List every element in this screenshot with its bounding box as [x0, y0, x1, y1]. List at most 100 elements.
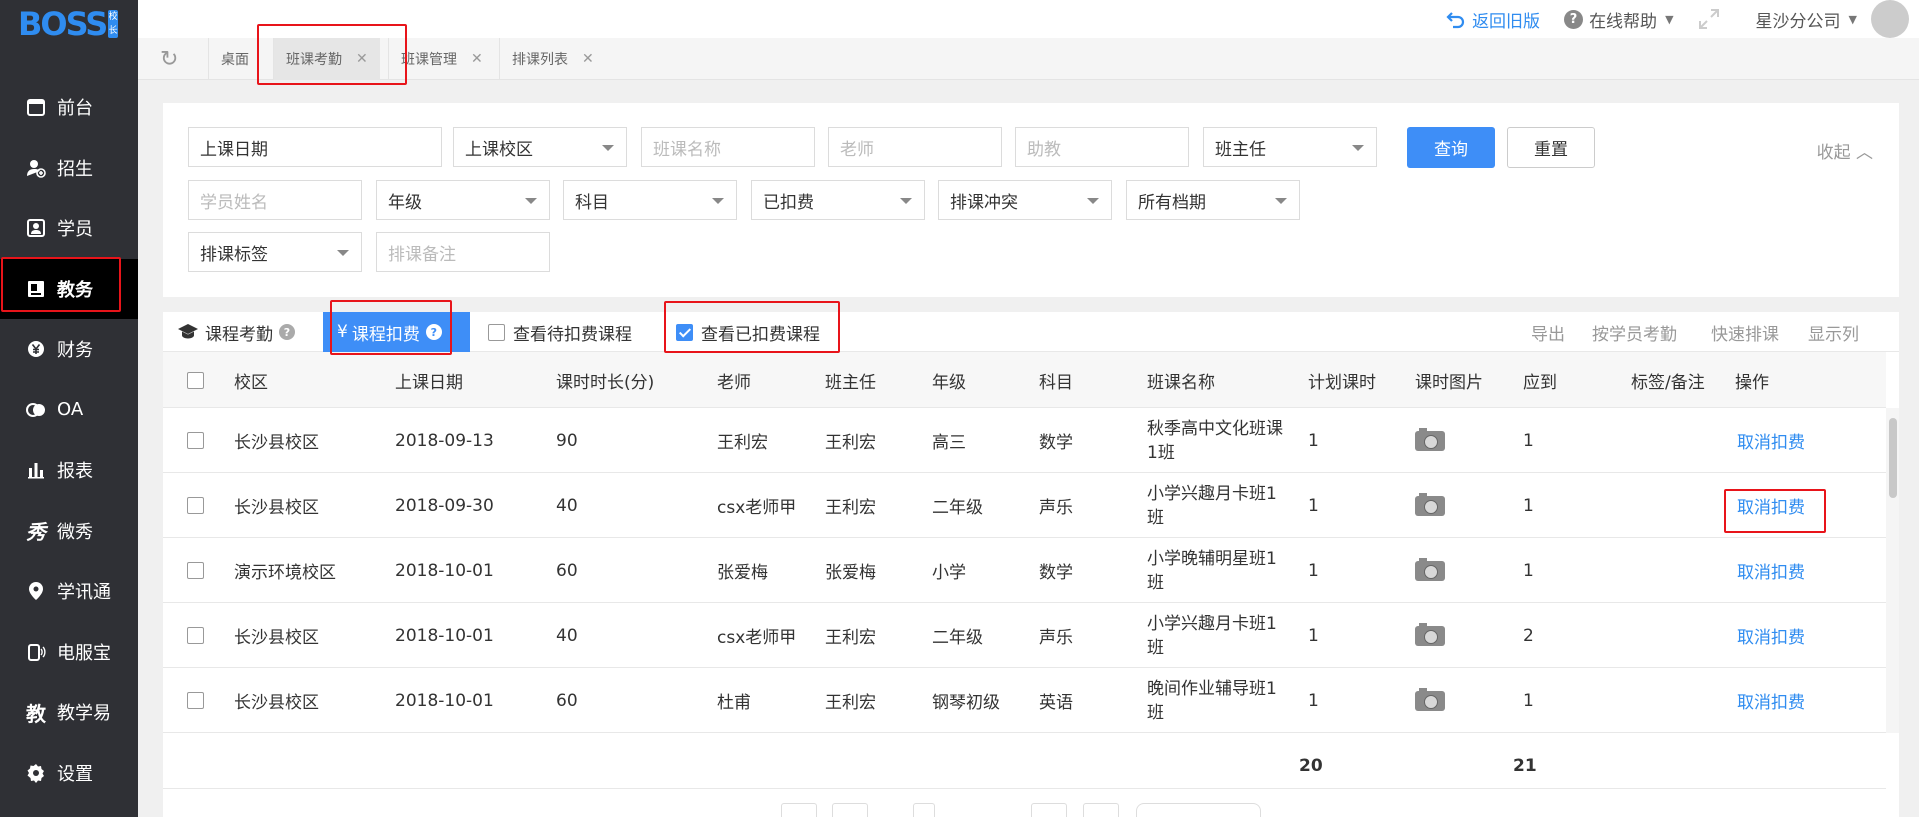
cell-photo[interactable] [1415, 668, 1445, 733]
subject-select[interactable]: 科目 [563, 180, 737, 220]
pager-prev[interactable] [781, 803, 817, 817]
checkbox-unchecked[interactable] [187, 497, 204, 514]
online-help-dropdown[interactable]: ? 在线帮助 ▼ [1564, 7, 1674, 32]
student-name-input[interactable]: 学员姓名 [188, 180, 362, 220]
row-checkbox[interactable] [187, 473, 212, 538]
head-teacher-select[interactable]: 班主任 [1203, 127, 1377, 167]
teacher-input[interactable]: 老师 [828, 127, 1002, 167]
sidebar-item-dianfubao[interactable]: 电服宝 [0, 622, 138, 683]
query-button[interactable]: 查询 [1407, 127, 1495, 168]
camera-icon[interactable] [1415, 427, 1445, 451]
cell-photo[interactable] [1415, 603, 1445, 668]
table-row: 长沙县校区 2018-09-13 90 王利宏 王利宏 高三 数学 秋季高中文化… [163, 408, 1886, 473]
export-link[interactable]: 导出 [1531, 312, 1565, 352]
sidebar-item-finance[interactable]: 财务 [0, 319, 138, 380]
back-old-version-link[interactable]: 返回旧版 [1446, 7, 1540, 32]
class-date-field[interactable]: 上课日期 [188, 127, 442, 167]
tab-course-attendance[interactable]: 课程考勤 ? [177, 312, 295, 352]
pending-deduct-checkbox[interactable]: 查看待扣费课程 [488, 312, 632, 352]
checkbox-unchecked[interactable] [187, 692, 204, 709]
sidebar-item-frontdesk[interactable]: 前台 [0, 77, 138, 138]
cell-head-teacher: 王利宏 [825, 433, 876, 453]
sidebar-item-settings[interactable]: 设置 [0, 743, 138, 804]
row-checkbox[interactable] [187, 603, 212, 668]
collapse-toggle[interactable]: 收起 ︿ [1817, 138, 1873, 163]
sidebar-item-jiaoxueyi[interactable]: 教 教学易 [0, 682, 138, 743]
reset-button[interactable]: 重置 [1507, 127, 1595, 168]
schedule-remark-input[interactable]: 排课备注 [376, 232, 550, 272]
refresh-icon[interactable]: ↻ [160, 48, 184, 72]
col-grade[interactable]: 年级 [932, 352, 966, 408]
col-date[interactable]: 上课日期 [395, 352, 463, 408]
select-all-checkbox[interactable] [187, 352, 212, 408]
col-subject[interactable]: 科目 [1039, 352, 1073, 408]
checkbox-unchecked[interactable] [187, 627, 204, 644]
quick-schedule-link[interactable]: 快速排课 [1711, 312, 1779, 352]
col-campus[interactable]: 校区 [234, 352, 268, 408]
class-name-line2: 班 [1147, 637, 1164, 658]
grade-select[interactable]: 年级 [376, 180, 550, 220]
pager-page[interactable] [1031, 803, 1067, 817]
sidebar-item-enroll[interactable]: 招生 [0, 138, 138, 199]
campus-select[interactable]: 上课校区 [453, 127, 627, 167]
tab-schedule-list[interactable]: 排课列表 ✕ [499, 38, 606, 80]
checkbox-unchecked[interactable] [187, 432, 204, 449]
assistant-input[interactable]: 助教 [1015, 127, 1189, 167]
row-checkbox[interactable] [187, 668, 212, 733]
cancel-deduct-link[interactable]: 取消扣费 [1737, 668, 1805, 733]
page-size-select[interactable] [1136, 803, 1261, 817]
cell-photo[interactable] [1415, 473, 1445, 538]
sidebar-item-students[interactable]: 学员 [0, 198, 138, 259]
show-columns-link[interactable]: 显示列 [1808, 312, 1859, 352]
col-expected[interactable]: 应到 [1523, 352, 1557, 408]
tab-desktop[interactable]: 桌面 [208, 38, 261, 80]
row-checkbox[interactable] [187, 538, 212, 603]
class-name-input[interactable]: 班课名称 [641, 127, 815, 167]
checkbox-unchecked[interactable] [187, 371, 204, 389]
schedule-conflict-select[interactable]: 排课冲突 [938, 180, 1112, 220]
col-duration[interactable]: 课时时长(分) [556, 352, 654, 408]
schedule-tag-select[interactable]: 排课标签 [188, 232, 362, 272]
cell-photo[interactable] [1415, 538, 1445, 603]
term-select[interactable]: 所有档期 [1126, 180, 1300, 220]
table-scrollbar-thumb[interactable] [1889, 418, 1897, 498]
pager-next[interactable] [1083, 803, 1119, 817]
col-class-name[interactable]: 班课名称 [1147, 352, 1215, 408]
col-head-teacher[interactable]: 班主任 [825, 352, 876, 408]
cancel-deduct-link[interactable]: 取消扣费 [1737, 408, 1805, 473]
pager-page[interactable] [913, 803, 935, 817]
annotation-box-cancel [1724, 489, 1826, 533]
company-dropdown[interactable]: 星沙分公司 ▼ [1756, 7, 1857, 32]
cancel-deduct-link[interactable]: 取消扣费 [1737, 603, 1805, 668]
close-icon[interactable]: ✕ [471, 51, 483, 67]
fullscreen-button[interactable] [1698, 8, 1720, 30]
checkbox-unchecked[interactable] [187, 562, 204, 579]
back-old-version-label: 返回旧版 [1472, 11, 1541, 32]
camera-icon[interactable] [1415, 687, 1445, 711]
sidebar-item-xuexuntong[interactable]: 学讯通 [0, 561, 138, 622]
col-teacher[interactable]: 老师 [717, 352, 751, 408]
cell-photo[interactable] [1415, 408, 1445, 473]
row-checkbox[interactable] [187, 408, 212, 473]
sidebar-item-weixiu[interactable]: 秀 微秀 [0, 501, 138, 562]
cancel-deduct-link[interactable]: 取消扣费 [1737, 538, 1805, 603]
sidebar-item-oa[interactable]: OA [0, 380, 138, 441]
table-row: 长沙县校区 2018-10-01 40 csx老师甲 王利宏 二年级 声乐 小学… [163, 603, 1886, 668]
camera-icon[interactable] [1415, 557, 1445, 581]
boss-logo[interactable]: BOSS 校长 [18, 5, 118, 43]
close-icon[interactable]: ✕ [582, 51, 594, 67]
avatar[interactable] [1871, 0, 1909, 38]
sidebar-item-reports[interactable]: 报表 [0, 440, 138, 501]
camera-icon[interactable] [1415, 622, 1445, 646]
online-help-label: 在线帮助 [1589, 11, 1658, 32]
checkbox-unchecked[interactable] [488, 323, 505, 341]
col-photo[interactable]: 课时图片 [1415, 352, 1483, 408]
pager-page[interactable] [832, 803, 868, 817]
camera-icon[interactable] [1415, 492, 1445, 516]
help-icon[interactable]: ? [279, 324, 295, 340]
col-planned-hours[interactable]: 计划课时 [1308, 352, 1376, 408]
student-attendance-link[interactable]: 按学员考勤 [1592, 312, 1677, 352]
show-icon: 秀 [26, 520, 46, 545]
deducted-select[interactable]: 已扣费 [751, 180, 925, 220]
col-tags[interactable]: 标签/备注 [1631, 352, 1705, 408]
